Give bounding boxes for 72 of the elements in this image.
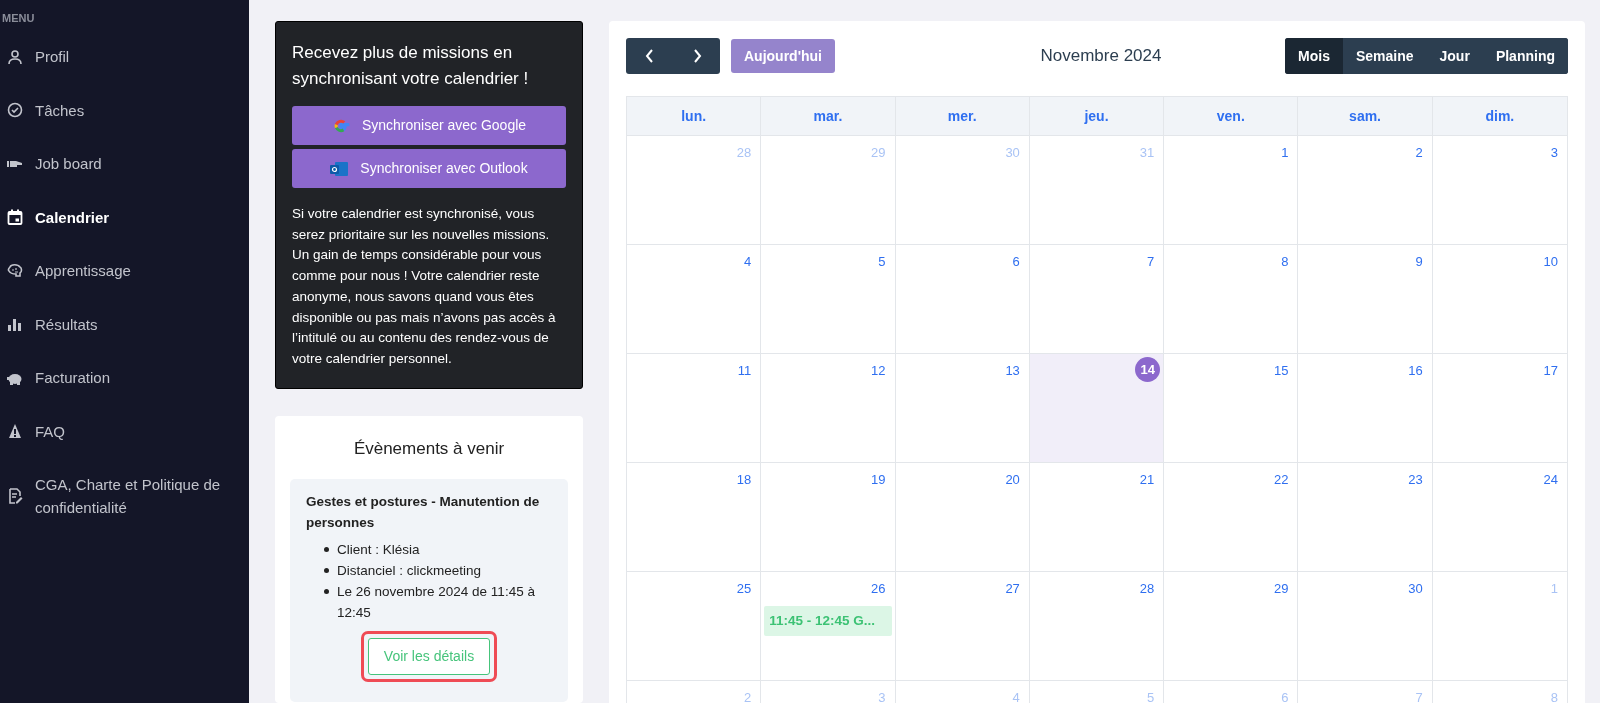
chevron-right-icon xyxy=(691,49,702,63)
day-number[interactable]: 13 xyxy=(1005,361,1020,381)
day-number[interactable]: 22 xyxy=(1273,470,1289,490)
month-title: Novembre 2024 xyxy=(1039,45,1163,68)
day-number[interactable]: 16 xyxy=(1408,361,1423,381)
day-number[interactable]: 8 xyxy=(1281,252,1289,272)
day-number[interactable]: 4 xyxy=(744,252,752,272)
today-button[interactable]: Aujourd'hui xyxy=(731,39,835,73)
weekday-header: lun. xyxy=(681,106,707,126)
bar-chart-icon xyxy=(7,316,23,332)
sidebar-item[interactable]: Job board xyxy=(0,146,249,181)
day-number[interactable]: 15 xyxy=(1273,361,1289,381)
weekday-header: mer. xyxy=(947,106,977,126)
day-number[interactable]: 19 xyxy=(871,470,886,490)
day-number[interactable]: 28 xyxy=(1139,579,1155,599)
bullet-icon xyxy=(324,589,329,595)
event-detail: Distanciel : clickmeeting xyxy=(337,562,482,581)
bullet-icon xyxy=(324,568,329,574)
day-number[interactable]: 11 xyxy=(737,361,752,381)
weekday-header: dim. xyxy=(1485,106,1515,126)
menu-heading: MENU xyxy=(1,11,35,26)
day-number[interactable]: 23 xyxy=(1408,470,1423,490)
day-number[interactable]: 29 xyxy=(1273,579,1289,599)
day-number[interactable]: 24 xyxy=(1543,470,1558,490)
calendar-icon xyxy=(7,209,23,225)
weekday-header: jeu. xyxy=(1084,106,1109,126)
sync-button[interactable]: Synchroniser avec Google xyxy=(292,106,566,145)
event-title: Gestes et postures - Manutention de personnes xyxy=(306,493,541,533)
event-detail: Le 26 novembre 2024 de 11:45 à 12:45 xyxy=(337,583,536,623)
sidebar-item[interactable]: Calendrier xyxy=(0,199,249,235)
day-number[interactable]: 1 xyxy=(1281,143,1289,163)
day-number[interactable]: 17 xyxy=(1543,361,1558,381)
day-number[interactable]: 6 xyxy=(1012,252,1020,272)
today-badge[interactable]: 14 xyxy=(1135,357,1161,382)
view-tab[interactable]: Mois xyxy=(1285,38,1343,74)
day-number[interactable]: 9 xyxy=(1415,252,1423,272)
sync-title: Recevez plus de missions en synchronisant votre calendrier ! xyxy=(292,42,530,90)
document-edit-icon xyxy=(7,488,23,504)
day-number[interactable]: 20 xyxy=(1005,470,1020,490)
sync-button[interactable]: Synchroniser avec Outlook xyxy=(292,149,566,188)
weekday-header: ven. xyxy=(1216,106,1245,126)
day-number[interactable]: 3 xyxy=(1550,143,1558,163)
chevron-left-icon xyxy=(644,49,655,63)
day-number[interactable]: 5 xyxy=(878,252,886,272)
upcoming-title: Évènements à venir xyxy=(352,437,506,460)
sidebar-item[interactable]: Profil xyxy=(0,39,249,74)
day-number[interactable]: 25 xyxy=(736,579,752,599)
bullet-icon xyxy=(324,547,329,553)
day-number[interactable]: 12 xyxy=(871,361,886,381)
sidebar-item[interactable]: Tâches xyxy=(0,92,249,128)
sidebar-item[interactable]: Résultats xyxy=(0,306,249,342)
day-number[interactable]: 21 xyxy=(1139,470,1155,490)
sidebar-item[interactable]: FAQ xyxy=(0,413,249,449)
day-number[interactable]: 18 xyxy=(736,470,752,490)
day-number[interactable]: 30 xyxy=(1408,579,1423,599)
weekday-header: sam. xyxy=(1349,106,1381,126)
sidebar-item[interactable]: CGA, Charte et Politique de confidentialité xyxy=(0,467,249,525)
outlook-logo-icon xyxy=(330,160,349,177)
brain-icon xyxy=(7,262,23,279)
warning-triangle-icon xyxy=(7,423,23,439)
day-number[interactable]: 26 xyxy=(871,579,886,599)
sidebar-item[interactable]: Facturation xyxy=(0,360,249,395)
day-number[interactable]: 10 xyxy=(1543,252,1558,272)
sidebar-item[interactable]: Apprentissage xyxy=(0,253,249,288)
day-number[interactable]: 7 xyxy=(1146,252,1155,272)
day-number[interactable]: 27 xyxy=(1005,579,1020,599)
sync-description: Si votre calendrier est synchronisé, vous serez prioritaire sur les nouvelles missions. Un gain de temps considérable pour vous comme pour nous ! Votre calendrier reste anonyme, nous savons quand vous êtes disponible ou pas mais n’avons pas accès à l’intitulé ou au contenu des rendez-vous de votre calendrier personnel. xyxy=(292,205,557,368)
check-circle-icon xyxy=(7,102,23,118)
user-icon xyxy=(7,48,23,65)
weekday-header: mar. xyxy=(813,106,843,126)
event-detail: Client : Klésia xyxy=(337,541,420,560)
day-number[interactable]: 2 xyxy=(1415,143,1423,163)
